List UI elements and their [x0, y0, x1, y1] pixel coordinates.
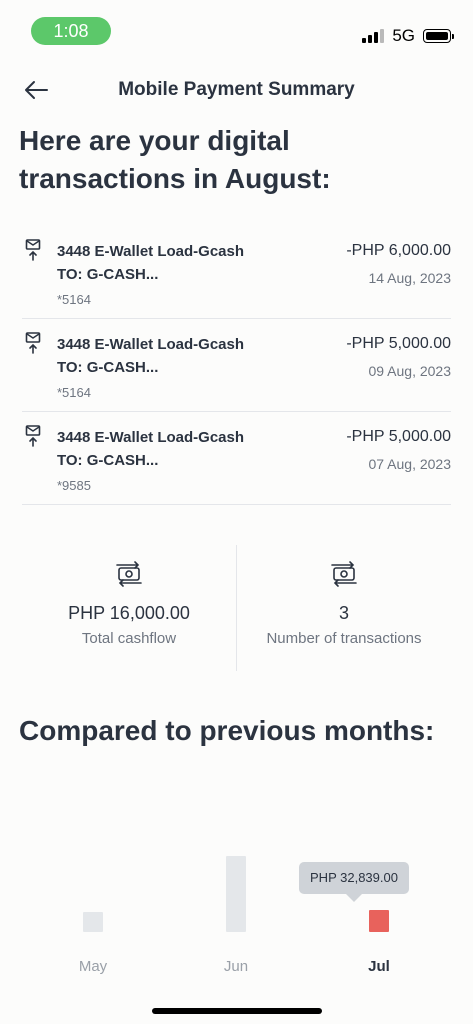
chart-tooltip: PHP 32,839.00 [299, 862, 409, 902]
chart-label-jun[interactable]: Jun [224, 958, 248, 975]
transaction-card: *9585 [57, 478, 91, 493]
transaction-date: 14 Aug, 2023 [368, 270, 451, 286]
chart-label-may[interactable]: May [79, 958, 108, 975]
chart-bar-jul[interactable] [369, 910, 389, 932]
transactions-count: 3 Number of transactions [237, 545, 451, 671]
page-title: Mobile Payment Summary [118, 79, 355, 100]
transaction-card: *5164 [57, 385, 91, 400]
mail-upload-icon [25, 239, 41, 261]
total-cashflow-label: Total cashflow [81, 630, 177, 647]
status-bar: 1:08 5G [0, 0, 473, 62]
chart-bar-may[interactable] [83, 912, 103, 932]
transactions-count-value: 3 [338, 603, 349, 623]
summary-panel: PHP 16,000.00 Total cashflow 3 Number of… [22, 545, 451, 671]
monthly-bar-chart: May Jun Jul [79, 856, 390, 975]
transaction-amount: -PHP 5,000.00 [346, 335, 451, 352]
signal-icon [362, 29, 385, 43]
transaction-amount: -PHP 6,000.00 [346, 242, 451, 259]
home-indicator[interactable] [152, 1008, 322, 1014]
transaction-amount: -PHP 5,000.00 [346, 428, 451, 445]
status-indicators: 5G [362, 26, 454, 46]
headline: Here are your digital transactions in Au… [19, 125, 331, 194]
mail-upload-icon [25, 332, 41, 354]
transaction-row[interactable]: 3448 E-Wallet Load-Gcash TO: G-CASH... *… [22, 226, 451, 319]
transaction-list: 3448 E-Wallet Load-Gcash TO: G-CASH... *… [22, 226, 451, 505]
cash-exchange-icon [116, 561, 142, 587]
header: Mobile Payment Summary [0, 70, 473, 110]
transaction-description: 3448 E-Wallet Load-Gcash TO: G-CASH... [57, 429, 245, 469]
chart-label-jul[interactable]: Jul [368, 958, 390, 975]
compare-title: Compared to previous months: [19, 715, 435, 746]
monthly-chart: May Jun Jul PHP 32,839.00 [0, 840, 473, 980]
screen: 1:08 5G Mobile Payment Summary Here are … [0, 0, 473, 1024]
status-time: 1:08 [31, 17, 111, 45]
transaction-row[interactable]: 3448 E-Wallet Load-Gcash TO: G-CASH... *… [22, 412, 451, 505]
chart-bar-jun[interactable] [226, 856, 246, 932]
transaction-card: *5164 [57, 292, 91, 307]
mail-upload-icon [25, 425, 41, 447]
transaction-date: 09 Aug, 2023 [368, 363, 451, 379]
transaction-date: 07 Aug, 2023 [368, 456, 451, 472]
total-cashflow-value: PHP 16,000.00 [68, 603, 190, 623]
cash-exchange-icon [331, 561, 357, 587]
network-type: 5G [392, 26, 415, 45]
total-cashflow: PHP 16,000.00 Total cashflow [22, 545, 236, 671]
transaction-description: 3448 E-Wallet Load-Gcash TO: G-CASH... [57, 243, 245, 283]
transactions-count-label: Number of transactions [266, 630, 422, 647]
transaction-row[interactable]: 3448 E-Wallet Load-Gcash TO: G-CASH... *… [22, 319, 451, 412]
transaction-description: 3448 E-Wallet Load-Gcash TO: G-CASH... [57, 336, 245, 376]
battery-icon [423, 29, 454, 43]
